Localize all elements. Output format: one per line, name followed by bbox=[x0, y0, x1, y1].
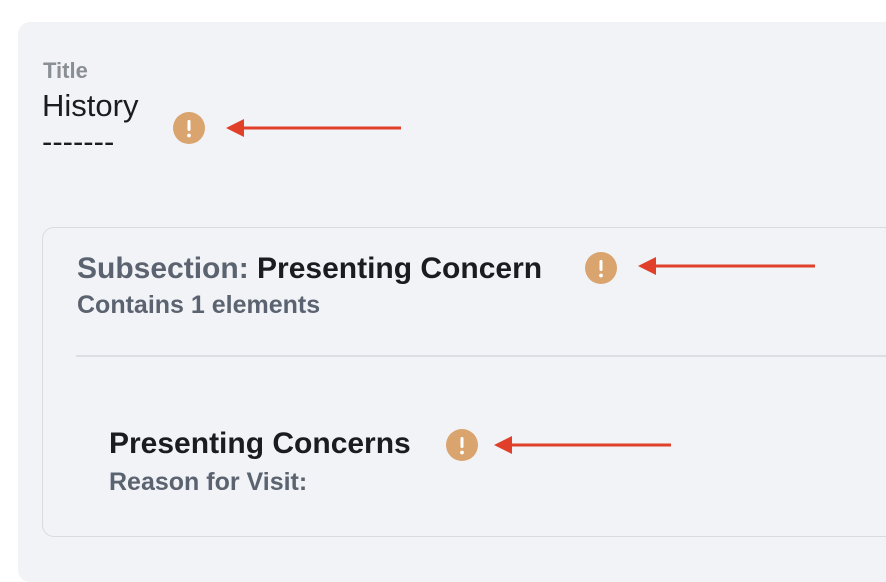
subsection-heading: Subsection: Presenting Concern bbox=[77, 251, 542, 287]
subsection-prefix: Subsection: bbox=[77, 252, 258, 285]
warning-icon[interactable] bbox=[173, 112, 205, 144]
warning-icon[interactable] bbox=[585, 252, 617, 284]
subsection-element-count: Contains 1 elements bbox=[77, 291, 321, 319]
divider bbox=[76, 355, 886, 357]
element-name: Presenting Concerns bbox=[109, 427, 411, 460]
subsection-name: Presenting Concern bbox=[257, 252, 543, 285]
warning-icon[interactable] bbox=[446, 429, 478, 461]
annotation-arrow-icon bbox=[226, 119, 401, 137]
annotation-arrow-icon bbox=[494, 436, 671, 454]
annotation-arrow-icon bbox=[638, 257, 815, 275]
element-description: Reason for Visit: bbox=[109, 468, 308, 496]
title-value: History ------- bbox=[42, 88, 139, 159]
title-label: Title bbox=[43, 58, 88, 83]
